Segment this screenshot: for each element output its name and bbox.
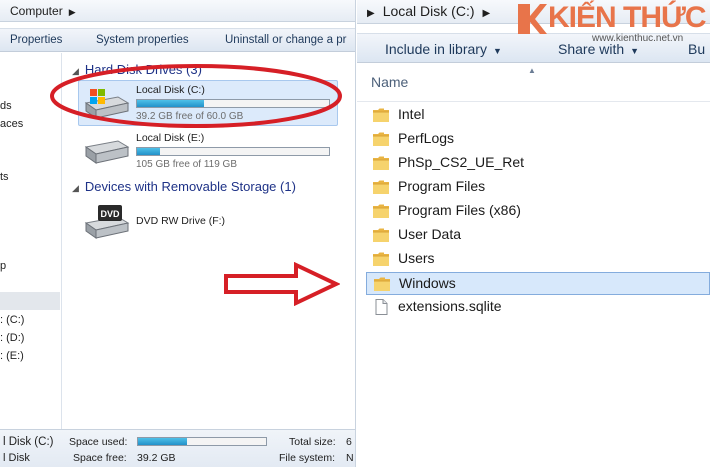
nav-item[interactable]: p (0, 260, 6, 272)
uninstall-button[interactable]: Uninstall or change a pr (225, 29, 346, 52)
collapse-triangle-icon[interactable]: ◢ (72, 183, 79, 193)
folder-icon (373, 276, 391, 292)
column-header: ▲ Name (357, 64, 710, 102)
file-row[interactable]: extensions.sqlite (366, 296, 710, 319)
address-bar[interactable]: Computer ▶ (0, 0, 355, 22)
folder-row[interactable]: PerfLogs (366, 128, 710, 151)
nav-drive-d[interactable]: : (D:) (0, 332, 24, 344)
local-disk-window: ▶ Local Disk (C:) ▶ Include in library ▼ Sh… (357, 0, 710, 467)
chevron-right-icon[interactable]: ▶ (483, 8, 491, 19)
dvd-icon-label: DVD (100, 209, 120, 219)
nav-selection[interactable] (0, 292, 60, 310)
item-name: Users (398, 250, 435, 266)
space-used-label: Space used: (69, 436, 128, 448)
system-properties-button[interactable]: System properties (96, 29, 189, 52)
hard-disk-icon (84, 140, 130, 164)
kienthuc-logo-icon (518, 4, 547, 34)
folder-row[interactable]: Program Files (366, 176, 710, 199)
drive-e-usage-bar (136, 147, 330, 156)
include-in-library-label: Include in library (385, 41, 487, 57)
nav-item[interactable]: ds (0, 100, 12, 112)
details-pane: l Disk (C:) l Disk Space used: Space fre… (0, 429, 355, 467)
kienthuc-watermark: KIẾN THỨC www.kienthuc.net.vn (512, 0, 710, 52)
chevron-right-icon[interactable]: ▶ (69, 7, 76, 17)
nav-item[interactable]: aces (0, 118, 23, 130)
status-disk-type: l Disk (3, 452, 30, 464)
drive-e[interactable]: Local Disk (E:) 105 GB free of 119 GB (80, 129, 340, 173)
item-name: extensions.sqlite (398, 298, 502, 314)
space-free-value: 39.2 GB (137, 452, 176, 464)
drive-e-free: 105 GB free of 119 GB (136, 159, 237, 170)
folder-icon (372, 203, 390, 219)
item-name: User Data (398, 226, 462, 242)
watermark-url: www.kienthuc.net.vn (592, 33, 684, 44)
folder-icon (372, 155, 390, 171)
file-icon (372, 299, 390, 315)
chevron-right-icon[interactable]: ▶ (367, 8, 375, 19)
folder-icon (372, 251, 390, 267)
item-name: PhSp_CS2_UE_Ret (398, 154, 525, 170)
item-name: Windows (399, 275, 456, 291)
nav-item[interactable]: ts (0, 171, 9, 183)
folder-row[interactable]: Users (366, 248, 710, 271)
computer-window: Computer ▶ Properties System properties U… (0, 0, 356, 467)
properties-button[interactable]: Properties (10, 29, 62, 52)
total-size-label: Total size: (289, 436, 336, 448)
folder-icon (372, 131, 390, 147)
dvd-drive[interactable]: DVD DVD RW Drive (F:) (80, 201, 300, 245)
status-disk-name: l Disk (C:) (3, 436, 54, 448)
sort-up-icon: ▲ (528, 66, 536, 75)
status-usage-fill (138, 438, 187, 445)
command-bar: Properties System properties Uninstall o… (0, 28, 355, 52)
group-label: Devices with Removable Storage (1) (84, 179, 296, 194)
removable-group-header[interactable]: ◢ Devices with Removable Storage (1) (72, 179, 296, 194)
space-free-label: Space free: (73, 452, 127, 464)
address-local-disk[interactable]: Local Disk (C:) (383, 3, 475, 19)
total-size-value: 6 (346, 436, 352, 448)
include-in-library-button[interactable]: Include in library ▼ (385, 34, 502, 66)
nav-drive-c[interactable]: : (C:) (0, 314, 24, 326)
address-computer[interactable]: Computer (10, 4, 63, 18)
nav-drive-e[interactable]: : (E:) (0, 350, 24, 362)
folder-icon (372, 107, 390, 123)
folder-row[interactable]: PhSp_CS2_UE_Ret (366, 152, 710, 175)
chevron-down-icon: ▼ (492, 46, 502, 56)
folder-icon (372, 227, 390, 243)
file-system-label: File system: (279, 452, 336, 464)
folder-row[interactable]: Program Files (x86) (366, 200, 710, 223)
item-name: Program Files (398, 178, 486, 194)
item-name: Intel (398, 106, 425, 122)
item-name: PerfLogs (398, 130, 455, 146)
watermark-brand: KIẾN THỨC (548, 1, 707, 34)
folder-row[interactable]: User Data (366, 224, 710, 247)
drive-e-name: Local Disk (E:) (136, 132, 205, 144)
folder-row[interactable]: Windows (366, 272, 710, 295)
name-column-header[interactable]: Name (371, 74, 408, 90)
file-system-value: N (346, 452, 354, 464)
item-name: Program Files (x86) (398, 202, 521, 218)
red-highlight-ellipse (50, 64, 342, 128)
drive-e-usage-fill (137, 148, 161, 155)
dvd-drive-name: DVD RW Drive (F:) (136, 215, 226, 227)
dvd-drive-icon: DVD (84, 205, 130, 239)
red-arrow-icon (224, 262, 340, 306)
folder-row[interactable]: Intel (366, 104, 710, 127)
folder-icon (372, 179, 390, 195)
status-usage-bar (137, 437, 267, 446)
